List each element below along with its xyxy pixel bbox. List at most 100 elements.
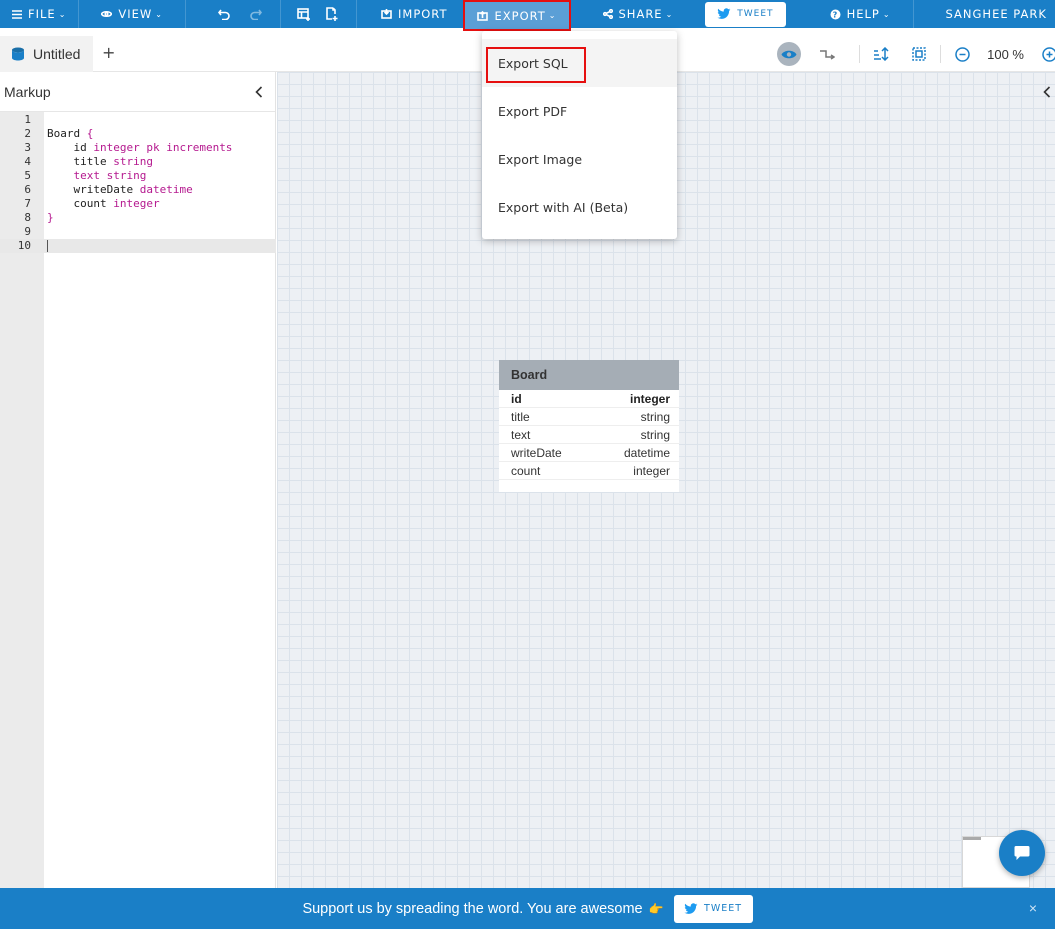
file-menu-label: FILE bbox=[28, 7, 56, 21]
code-token: count bbox=[47, 197, 114, 210]
minimap-viewport bbox=[963, 837, 981, 840]
column-type: string bbox=[640, 409, 670, 424]
twitter-bird-icon bbox=[717, 8, 731, 19]
database-icon bbox=[12, 47, 24, 61]
hamburger-icon bbox=[12, 9, 22, 19]
table-column-row[interactable]: writeDate datetime bbox=[499, 444, 679, 462]
markup-title: Markup bbox=[4, 83, 51, 100]
close-icon[interactable]: × bbox=[1029, 900, 1037, 916]
relation-line-button[interactable] bbox=[815, 42, 839, 66]
add-table-button[interactable] bbox=[281, 0, 321, 28]
markup-panel: Markup 1 2 Board {3 id integer pk incremen… bbox=[0, 72, 276, 888]
line-number: 4 bbox=[24, 155, 31, 168]
table-node-header: Board bbox=[499, 360, 679, 390]
add-note-button[interactable] bbox=[321, 0, 356, 28]
code-token: Board bbox=[47, 127, 87, 140]
menu-item-export-ai[interactable]: Export with AI (Beta) bbox=[482, 183, 677, 231]
toggle-visibility-button[interactable] bbox=[777, 42, 802, 66]
table-node-board[interactable]: Board id integer title string text string writ… bbox=[499, 360, 679, 492]
fit-to-screen-button[interactable] bbox=[907, 42, 931, 66]
banner-tweet-label: TWEET bbox=[704, 903, 743, 914]
tab-untitled[interactable]: Untitled bbox=[0, 36, 93, 72]
tweet-button[interactable]: TWEET bbox=[705, 1, 786, 27]
line-number: 9 bbox=[24, 225, 31, 238]
code-line[interactable]: 3 id integer pk increments bbox=[0, 141, 276, 155]
code-line[interactable]: 4 title string bbox=[0, 155, 276, 169]
help-menu-button[interactable]: ? HELP ⌄ bbox=[792, 0, 913, 28]
pointing-hand-icon: 👉 bbox=[648, 901, 664, 916]
import-label: IMPORT bbox=[398, 7, 448, 21]
auto-arrange-button[interactable] bbox=[869, 42, 893, 66]
table-node-columns: id integer title string text string writeDate d… bbox=[499, 390, 679, 480]
text-cursor bbox=[47, 240, 48, 252]
code-keyword: text string bbox=[47, 169, 147, 182]
code-text: count integer bbox=[47, 197, 159, 211]
svg-text:?: ? bbox=[832, 10, 838, 19]
column-type: datetime bbox=[623, 445, 670, 460]
menu-item-export-image[interactable]: Export Image bbox=[482, 135, 677, 183]
code-line[interactable]: 5 text string bbox=[0, 169, 276, 183]
line-number: 1 bbox=[24, 113, 31, 126]
relation-line-icon bbox=[820, 50, 836, 60]
code-line[interactable]: 9 bbox=[0, 225, 276, 239]
code-line[interactable]: 10 bbox=[0, 239, 276, 253]
column-type: integer bbox=[633, 463, 670, 478]
zoom-out-icon bbox=[954, 46, 970, 62]
code-keyword: integer pk increments bbox=[93, 141, 233, 154]
zoom-level: 100 % bbox=[987, 46, 1024, 62]
table-column-row[interactable]: count integer bbox=[499, 462, 679, 480]
column-type: integer bbox=[629, 391, 670, 406]
export-label: EXPORT bbox=[494, 8, 546, 23]
table-column-row[interactable]: title string bbox=[499, 408, 679, 426]
zoom-out-button[interactable] bbox=[950, 42, 974, 66]
share-menu-button[interactable]: SHARE ⌄ bbox=[571, 0, 700, 28]
code-line[interactable]: 7 count integer bbox=[0, 197, 276, 211]
export-menu-button[interactable]: EXPORT ⌄ bbox=[463, 0, 571, 31]
zoom-in-button[interactable] bbox=[1037, 42, 1055, 66]
line-number: 2 bbox=[24, 127, 31, 140]
undo-button[interactable] bbox=[186, 0, 236, 28]
add-tab-button[interactable]: + bbox=[102, 43, 115, 62]
code-text: writeDate datetime bbox=[47, 183, 192, 197]
chevron-down-icon: ⌄ bbox=[58, 9, 67, 19]
twitter-bird-icon bbox=[684, 902, 698, 914]
divider bbox=[859, 45, 861, 63]
code-text: Board { bbox=[47, 127, 93, 141]
line-number: 7 bbox=[24, 197, 31, 210]
banner-tweet-button[interactable]: TWEET bbox=[673, 894, 753, 923]
code-text: id integer pk increments bbox=[47, 141, 232, 155]
chat-button[interactable] bbox=[999, 830, 1045, 876]
add-note-icon bbox=[326, 7, 338, 21]
line-number: 5 bbox=[24, 169, 31, 182]
view-menu-button[interactable]: VIEW ⌄ bbox=[79, 0, 185, 28]
help-circle-icon: ? bbox=[830, 9, 841, 19]
view-menu-label: VIEW bbox=[118, 7, 153, 21]
canvas-toolbar: 100 % bbox=[770, 40, 1055, 68]
line-number: 10 bbox=[17, 239, 31, 252]
code-token: title bbox=[47, 155, 114, 168]
user-menu-button[interactable]: SANGHEE PARK bbox=[914, 0, 1047, 28]
chevron-left-icon[interactable] bbox=[255, 85, 263, 98]
tab-label: Untitled bbox=[33, 46, 81, 62]
code-line[interactable]: 8} bbox=[0, 211, 276, 225]
share-label: SHARE bbox=[618, 7, 663, 21]
code-line[interactable]: 1 bbox=[0, 113, 276, 127]
chevron-down-icon: ⌄ bbox=[548, 11, 557, 20]
code-line[interactable]: 2 Board { bbox=[0, 127, 276, 141]
column-name: writeDate bbox=[511, 445, 562, 460]
file-menu-button[interactable]: FILE ⌄ bbox=[0, 0, 78, 28]
table-column-row[interactable]: id integer bbox=[499, 390, 679, 408]
chevron-down-icon: ⌄ bbox=[155, 9, 163, 19]
redo-icon bbox=[250, 9, 262, 20]
code-text: } bbox=[47, 211, 54, 225]
column-name: title bbox=[511, 409, 530, 424]
code-text: text string bbox=[47, 169, 146, 183]
column-name: text bbox=[511, 427, 531, 442]
import-button[interactable]: IMPORT bbox=[357, 0, 463, 28]
redo-button[interactable] bbox=[236, 0, 280, 28]
undo-icon bbox=[218, 9, 230, 20]
chevron-left-icon[interactable] bbox=[1043, 86, 1051, 98]
table-column-row[interactable]: text string bbox=[499, 426, 679, 444]
menu-item-export-pdf[interactable]: Export PDF bbox=[482, 87, 677, 135]
code-line[interactable]: 6 writeDate datetime bbox=[0, 183, 276, 197]
